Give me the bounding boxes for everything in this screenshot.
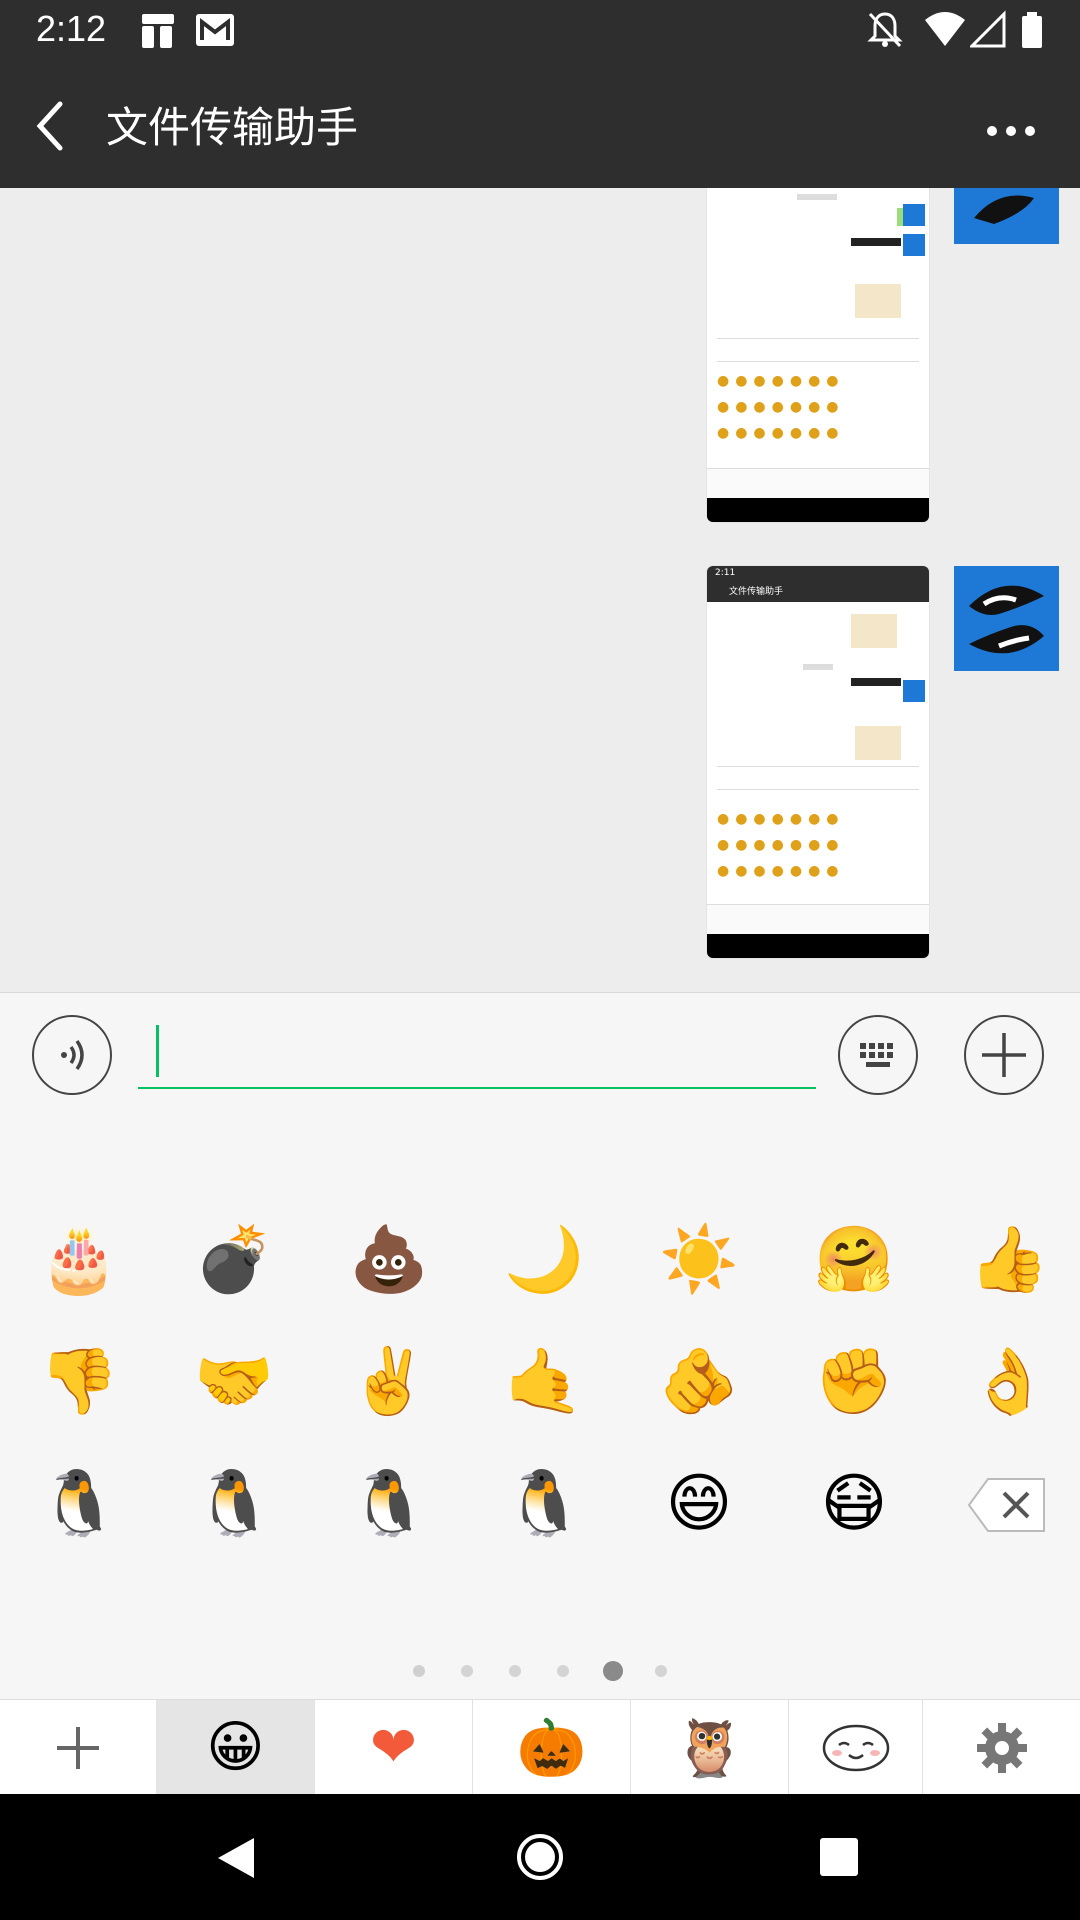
status-time: 2:12 — [36, 8, 107, 49]
more-button[interactable] — [986, 122, 1036, 141]
victory-emoji[interactable]: ✌️ — [348, 1341, 430, 1423]
chat-title: 文件传输助手 — [106, 103, 359, 152]
settings-icon — [976, 1722, 1027, 1773]
fist-emoji[interactable]: ✊ — [813, 1341, 895, 1423]
battery-icon — [1020, 10, 1044, 54]
poop-emoji[interactable]: 💩 — [348, 1219, 430, 1301]
plus-icon — [982, 1033, 1026, 1077]
orca-icon — [974, 195, 1034, 224]
grin-emoji[interactable]: 😄 — [658, 1463, 740, 1545]
heart-icon: ❤ — [370, 1715, 417, 1780]
bomb-emoji[interactable]: 💣 — [193, 1219, 275, 1301]
chat-header: 文件传输助手 — [0, 64, 1080, 188]
message-input[interactable] — [138, 1011, 816, 1089]
tab-sticker-pumpkin[interactable]: 🎃 — [473, 1700, 631, 1795]
handshake-emoji[interactable]: 🤝 — [193, 1341, 275, 1423]
emoji-tab-bar: 😀 ❤ 🎃 🦉 — [0, 1699, 1080, 1795]
beckon-emoji[interactable]: 🫵 — [658, 1341, 740, 1423]
page-dot[interactable] — [461, 1665, 473, 1677]
nav-home-button[interactable] — [515, 1832, 565, 1886]
smiley-icon: 😀 — [206, 1715, 265, 1780]
system-nav-bar — [0, 1794, 1080, 1920]
page-dot[interactable] — [655, 1665, 667, 1677]
more-horizontal-icon — [987, 126, 1035, 136]
owl-sticker-icon: 🦉 — [674, 1715, 745, 1781]
hug-emoji[interactable]: 🤗 — [813, 1219, 895, 1301]
nav-recents-icon — [820, 1838, 858, 1876]
notifications-off-icon — [866, 10, 904, 54]
tab-favorites[interactable]: ❤ — [315, 1700, 473, 1795]
keyboard-button[interactable] — [838, 1015, 918, 1095]
text-caret — [156, 1025, 159, 1077]
emoji-panel: 🎂 💣 💩 🌙 ☀️ 🤗 👍 👎 🤝 ✌️ 🤙 🫵 ✊ 👌 🐧 🐧 🐧 🐧 😄 … — [0, 1119, 1080, 1699]
penguin-dance-emoji[interactable]: 🐧 — [193, 1463, 275, 1545]
image-message[interactable]: ●●●●●●● ●●●●●●● ●●●●●●● — [707, 188, 929, 522]
penguin-emoji[interactable]: 🐧 — [38, 1463, 120, 1545]
voice-icon — [61, 1039, 84, 1071]
image-message[interactable]: 2:11 文件传输助手 ●●●●●●● ●●●●●●● ●●●●●●● — [707, 566, 929, 958]
back-button[interactable] — [30, 98, 70, 158]
page-dot[interactable] — [557, 1665, 569, 1677]
nav-home-icon — [517, 1834, 563, 1880]
tab-sticker-face[interactable] — [789, 1700, 923, 1795]
avatar[interactable] — [954, 188, 1059, 244]
input-bar — [0, 992, 1080, 1120]
penguin-wave-emoji[interactable]: 🐧 — [503, 1463, 585, 1545]
nav-back-icon — [218, 1838, 254, 1878]
voice-button[interactable] — [32, 1015, 112, 1095]
avatar[interactable] — [954, 566, 1059, 671]
penguin-fire-emoji[interactable]: 🐧 — [348, 1463, 430, 1545]
thumbs-down-emoji[interactable]: 👎 — [38, 1341, 120, 1423]
thumbs-up-emoji[interactable]: 👍 — [968, 1219, 1050, 1301]
mask-emoji[interactable]: 😷 — [813, 1463, 895, 1545]
signal-icon — [968, 10, 1006, 54]
wifi-icon — [924, 10, 966, 54]
moon-emoji[interactable]: 🌙 — [503, 1219, 585, 1301]
hand-gesture-emoji[interactable]: 🤙 — [503, 1341, 585, 1423]
nav-recents-button[interactable] — [818, 1836, 860, 1882]
chevron-left-icon — [36, 101, 63, 151]
keyboard-icon — [860, 1043, 893, 1067]
shot-time: 2:11 — [715, 568, 736, 578]
sticker-face-icon — [822, 1724, 889, 1771]
tab-settings[interactable] — [923, 1700, 1080, 1795]
tab-emoji[interactable]: 😀 — [157, 1700, 315, 1795]
cake-emoji[interactable]: 🎂 — [38, 1219, 120, 1301]
backspace-icon — [967, 1478, 1045, 1532]
page-dot-active[interactable] — [603, 1661, 623, 1681]
page-dot[interactable] — [509, 1665, 521, 1677]
recent-page-dot[interactable] — [413, 1665, 425, 1677]
app-icon — [140, 10, 176, 54]
chat-area[interactable]: ●●●●●●● ●●●●●●● ●●●●●●● 2:11 文件传输助手 ●●●●●●… — [0, 188, 1080, 992]
add-button[interactable] — [964, 1015, 1044, 1095]
pumpkin-sticker-icon: 🎃 — [516, 1715, 587, 1781]
status-bar: 2:12 — [0, 0, 1080, 64]
backspace-button[interactable] — [966, 1475, 1048, 1539]
mail-icon — [194, 10, 236, 54]
ok-hand-emoji[interactable]: 👌 — [968, 1341, 1050, 1423]
sun-emoji[interactable]: ☀️ — [658, 1219, 740, 1301]
nav-back-button[interactable] — [214, 1834, 258, 1886]
plus-icon — [57, 1726, 99, 1769]
orca-icon — [969, 585, 1044, 654]
shot-title: 文件传输助手 — [729, 587, 784, 597]
tab-add[interactable] — [0, 1700, 157, 1795]
tab-sticker-owl[interactable]: 🦉 — [631, 1700, 789, 1795]
